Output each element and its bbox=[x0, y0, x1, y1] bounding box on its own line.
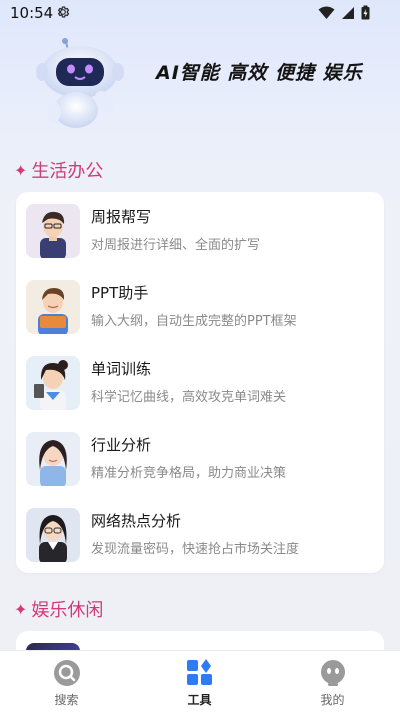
sparkle-icon: ✦ bbox=[14, 160, 28, 180]
nav-label: 工具 bbox=[187, 693, 212, 707]
nav-label: 我的 bbox=[320, 693, 345, 707]
item-description: 精准分析竞争格局，助力商业决策 bbox=[91, 466, 287, 481]
item-title: 单词训练 bbox=[91, 360, 152, 378]
gear-icon bbox=[57, 6, 70, 18]
tools-card: 周报帮写 对周报进行详细、全面的扩写 PPT助手 输入大纲，自动生成完整的PPT… bbox=[16, 192, 384, 573]
item-title: 周报帮写 bbox=[91, 208, 152, 226]
item-description: 发现流量密码，快速抢占市场关注度 bbox=[91, 542, 300, 557]
man-avatar bbox=[26, 204, 80, 258]
section-title-text: 娱乐休闲 bbox=[31, 600, 104, 621]
woman-avatar bbox=[26, 356, 80, 410]
nav-tab-profile[interactable]: 我的 bbox=[266, 651, 399, 712]
nav-label: 搜索 bbox=[54, 693, 79, 707]
nav-tab-search[interactable]: 搜索 bbox=[0, 651, 133, 712]
bottom-navigation: 搜索 工具 我的 bbox=[0, 650, 400, 712]
item-title: 行业分析 bbox=[91, 436, 152, 454]
nav-tab-tools[interactable]: 工具 bbox=[133, 651, 266, 712]
woman-avatar bbox=[26, 432, 80, 486]
list-item-ppt-assistant[interactable]: PPT助手 输入大纲，自动生成完整的PPT框架 bbox=[16, 268, 384, 343]
status-bar: 10:54 bbox=[0, 0, 400, 26]
signal-icon bbox=[342, 6, 354, 19]
section-title-text: 生活办公 bbox=[31, 161, 104, 182]
item-title: PPT助手 bbox=[91, 284, 149, 302]
item-description: 输入大纲，自动生成完整的PPT框架 bbox=[91, 314, 297, 329]
list-item-word-training[interactable]: 单词训练 科学记忆曲线，高效攻克单词难关 bbox=[16, 344, 384, 419]
battery-icon bbox=[361, 5, 370, 20]
sparkle-icon: ✦ bbox=[14, 599, 28, 619]
section-title-entertainment: ✦ 娱乐休闲 bbox=[14, 596, 103, 622]
tools-icon bbox=[186, 659, 212, 685]
man-avatar bbox=[26, 280, 80, 334]
item-title: 网络热点分析 bbox=[91, 512, 182, 530]
hero-banner: AI智能 高效 便捷 娱乐 bbox=[0, 26, 400, 128]
profile-icon bbox=[320, 660, 345, 686]
wifi-icon bbox=[318, 6, 335, 19]
item-description: 对周报进行详细、全面的扩写 bbox=[91, 238, 261, 253]
search-icon bbox=[53, 660, 80, 686]
list-item-hot-topics[interactable]: 网络热点分析 发现流量密码，快速抢占市场关注度 bbox=[16, 496, 384, 571]
item-description: 科学记忆曲线，高效攻克单词难关 bbox=[91, 390, 287, 405]
list-item-industry-analysis[interactable]: 行业分析 精准分析竞争格局，助力商业决策 bbox=[16, 420, 384, 495]
robot-mascot-image bbox=[36, 38, 124, 128]
status-time: 10:54 bbox=[10, 4, 54, 22]
hero-slogan: AI智能 高效 便捷 娱乐 bbox=[156, 62, 363, 84]
list-item-weekly-report[interactable]: 周报帮写 对周报进行详细、全面的扩写 bbox=[16, 192, 384, 267]
woman-avatar bbox=[26, 508, 80, 562]
section-title-life-office: ✦ 生活办公 bbox=[14, 157, 103, 183]
